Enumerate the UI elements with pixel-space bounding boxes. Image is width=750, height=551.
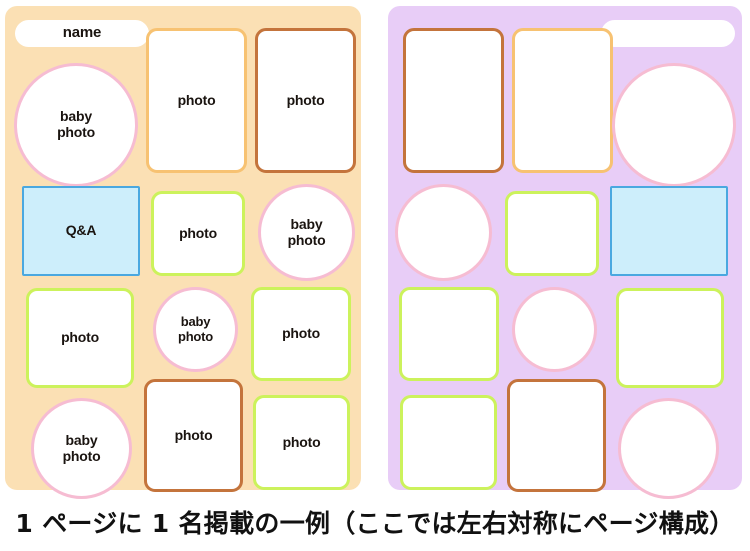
blank-frame-r3c3[interactable] — [616, 288, 724, 388]
qa-frame-r2c1[interactable]: Q&A — [22, 186, 140, 276]
blank-frame-r2c3[interactable] — [610, 186, 728, 276]
left-page: name photo photo baby photo Q&A photo ba… — [5, 6, 361, 499]
blank-frame-r4c2[interactable] — [507, 379, 606, 492]
photo-frame-r2c2[interactable]: photo — [151, 191, 245, 276]
baby-photo-circle-r4c1[interactable]: baby photo — [31, 398, 132, 499]
blank-circle-r4c3[interactable] — [618, 398, 719, 499]
blank-circle-r3c2[interactable] — [512, 287, 597, 372]
blank-frame-r2c2[interactable] — [505, 191, 599, 276]
photo-frame-r3c3[interactable]: photo — [251, 287, 351, 381]
blank-circle-r1c3[interactable] — [612, 63, 736, 187]
blank-pill[interactable] — [601, 20, 735, 47]
photo-frame-r1c3[interactable]: photo — [255, 28, 356, 173]
name-pill[interactable]: name — [15, 20, 149, 47]
blank-frame-r1c1[interactable] — [403, 28, 504, 173]
baby-photo-circle-r1c1[interactable]: baby photo — [14, 63, 138, 187]
photo-frame-r3c1[interactable]: photo — [26, 288, 134, 388]
blank-frame-r3c1[interactable] — [399, 287, 499, 381]
figure-caption: 1 ページに 1 名掲載の一例（ここでは左右対称にページ構成） — [15, 509, 735, 538]
photo-frame-r1c2[interactable]: photo — [146, 28, 247, 173]
right-page — [388, 6, 742, 499]
blank-frame-r4c1[interactable] — [400, 395, 497, 490]
blank-circle-r2c1[interactable] — [395, 184, 492, 281]
baby-photo-circle-r2c3[interactable]: baby photo — [258, 184, 355, 281]
photo-frame-r4c2[interactable]: photo — [144, 379, 243, 492]
blank-frame-r1c2[interactable] — [512, 28, 613, 173]
photo-frame-r4c3[interactable]: photo — [253, 395, 350, 490]
baby-photo-circle-r3c2[interactable]: baby photo — [153, 287, 238, 372]
layout-example-figure: name photo photo baby photo Q&A photo ba… — [0, 0, 750, 551]
